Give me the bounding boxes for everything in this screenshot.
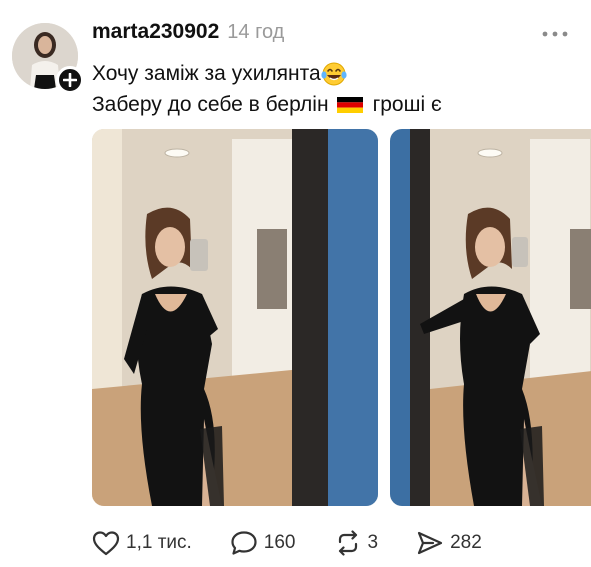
- repost-count: 3: [367, 532, 379, 553]
- comment-count: 160: [263, 532, 296, 553]
- post-photo-1[interactable]: [92, 129, 378, 506]
- comment-button[interactable]: 160: [230, 530, 296, 556]
- share-count: 282: [450, 532, 482, 553]
- photo-mirror-selfie-1-icon: [92, 129, 378, 506]
- more-options-button[interactable]: [537, 24, 573, 44]
- post-text-line-2: Заберу до себе в берлін гроші є: [92, 89, 572, 120]
- post-time: 14 год: [227, 21, 285, 43]
- send-icon: [417, 531, 443, 555]
- author-username[interactable]: marta230902: [92, 20, 219, 44]
- heart-icon: [92, 531, 120, 556]
- post-text: Хочу заміж за ухилянта Заберу до себе в …: [92, 58, 572, 120]
- laughing-tears-emoji-icon: [321, 62, 347, 85]
- germany-flag-icon: [336, 96, 363, 113]
- post-text-line-1-text: Хочу заміж за ухилянта: [92, 62, 321, 85]
- post-header: marta230902 14 год: [92, 20, 284, 48]
- repost-button[interactable]: 3: [334, 530, 379, 556]
- comment-icon: [231, 531, 257, 555]
- plus-icon: [63, 73, 77, 87]
- post-text-line-1: Хочу заміж за ухилянта: [92, 58, 572, 89]
- like-count: 1,1 тис.: [126, 532, 192, 553]
- more-horizontal-icon: [542, 31, 568, 37]
- post-actions: 1,1 тис. 160 3 282: [92, 528, 482, 558]
- like-button[interactable]: 1,1 тис.: [92, 530, 192, 556]
- post-photo-2[interactable]: [390, 129, 591, 506]
- repost-icon: [338, 530, 357, 556]
- media-carousel[interactable]: [92, 129, 591, 506]
- post-text-line-2-before: Заберу до себе в берлін: [92, 93, 329, 116]
- share-button[interactable]: 282: [416, 530, 482, 556]
- photo-mirror-selfie-2-icon: [390, 129, 591, 506]
- post-text-line-2-after: гроші є: [372, 93, 442, 116]
- follow-button[interactable]: [56, 66, 84, 94]
